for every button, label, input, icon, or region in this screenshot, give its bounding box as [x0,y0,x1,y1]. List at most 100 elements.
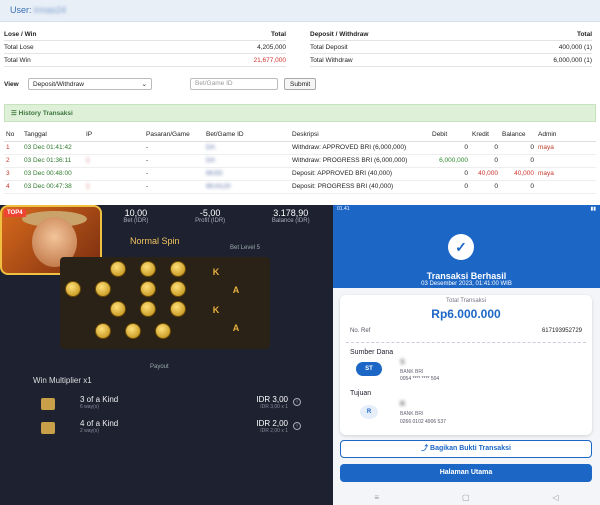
coin-icon [170,261,186,277]
bet-value: 10,00 [124,208,148,218]
slot-reels: K A K A [60,257,270,349]
cell-date: 03 Dec 01:36:11 [22,154,84,168]
bank-receipt-panel: 01.41 ▮▮ ✓ Transaksi Berhasil 03 Desember… [333,205,600,505]
ref-label: No. Ref [350,328,371,334]
cell-ip [84,167,144,181]
col-admin: Admin [536,129,596,142]
coin-icon [140,281,156,297]
cell-balance: 0 [500,180,536,194]
share-label: Bagikan Bukti Transaksi [430,445,511,452]
cell-admin: maya [536,167,596,181]
pay-calc: IDR 3,00 x 1 [260,404,288,410]
user-label: User: [10,5,35,15]
cell-admin [536,154,596,168]
cell-game: - [144,167,204,181]
pay-row: 4 of a Kind 2 way(s) IDR 2,00 IDR 2,00 x… [33,419,303,437]
source-bank: BANK BRI [400,369,424,375]
home-icon[interactable]: ▢ [462,493,470,502]
pay-idr: IDR 2,00 [256,419,288,428]
col-no: No [4,129,22,142]
submit-button[interactable]: Submit [284,78,317,90]
dest-label: Tujuan [350,390,372,397]
pay-idr: IDR 3,00 [256,395,288,404]
cell-admin [536,180,596,194]
cell-game: - [144,141,204,155]
view-select[interactable]: Deposit/Withdraw ⌄ [28,78,152,90]
back-icon[interactable]: ◁ [552,493,558,502]
cell-date: 03 Dec 00:48:00 [22,167,84,181]
top4-badge: TOP4 [4,209,26,217]
filter-bar: View Deposit/Withdraw ⌄ Bet/Game ID Submi… [4,76,596,92]
share-button[interactable]: ⤴ Bagikan Bukti Transaksi [340,440,592,458]
home-button[interactable]: Halaman Utama [340,464,592,482]
cell-balance: 0 [500,154,536,168]
deposit-summary: Deposit / Withdraw Total Total Deposit 400… [310,28,592,67]
coin-icon [125,323,141,339]
lose-win-summary: Lose / Win Total Total Lose 4,205,000 Tota… [4,28,286,67]
signal-icon: ▮▮ [590,206,596,212]
col-desc: Deskripsi [290,129,430,142]
pay-row: 3 of a Kind 6 way(s) IDR 3,00 IDR 3,00 x… [33,395,303,413]
bet-level: Bet Level 5 [230,245,261,251]
cell-balance: 40,000 [500,167,536,181]
game-stats: 10,00 Bet (IDR) -5,00 Profit (IDR) 3.178,9… [100,208,333,224]
status-bar: 01.41 ▮▮ [333,205,600,213]
view-label: View [4,80,19,88]
col-balance: Balance [500,129,536,142]
coin-icon [110,261,126,277]
cell-ip [84,141,144,155]
card-symbol-icon: K [212,305,220,315]
bet-id-input[interactable]: Bet/Game ID [190,78,278,90]
coin-icon [140,301,156,317]
cell-ip: 1 [84,180,144,194]
info-icon[interactable]: i [293,398,301,406]
col-ip: IP [84,129,144,142]
cell-kredit: 0 [470,141,500,155]
col-debit: Debit [430,129,470,142]
history-title: History Transaksi [18,110,73,117]
cell-kredit: 0 [470,154,500,168]
table-row: 2 03 Dec 01:36:11 1 - DA Withdraw: PROGR… [4,154,596,168]
android-nav-bar: ≡ ▢ ◁ [333,489,600,505]
coin-icon [140,261,156,277]
cell-gid: MUDI [204,167,290,181]
total-withdraw-label: Total Withdraw [310,57,353,64]
cell-debit: 0 [430,141,470,155]
history-header: ☰ History Transaksi [4,104,596,122]
menu-icon[interactable]: ≡ [374,493,379,502]
ref-value: 617193952729 [541,328,582,334]
cell-gid: DA [204,141,290,155]
dest-name: R [400,401,406,408]
profit-value: -5,00 [199,208,221,218]
table-row: 4 03 Dec 00:47:38 1 - MUALDI Deposit: PR… [4,180,596,194]
cell-kredit: 0 [470,180,500,194]
receipt-header: ✓ Transaksi Berhasil 03 Desember 2023, 0… [333,213,600,288]
card-symbol-icon: A [232,323,240,333]
username: irmas24 [34,5,67,15]
cell-no: 4 [4,180,22,194]
total-deposit-label: Total Deposit [310,44,348,51]
history-table: No Tanggal IP Pasaran/Game Bet/Game ID D… [4,129,596,194]
cell-desc: Withdraw: APPROVED BRI (6,000,000) [290,141,430,155]
card-symbol-icon: A [232,285,240,295]
cell-game: - [144,180,204,194]
source-avatar: ST [356,362,382,376]
table-header-row: No Tanggal IP Pasaran/Game Bet/Game ID D… [4,129,596,142]
coin-icon [155,323,171,339]
cell-desc: Deposit: APPROVED BRI (40,000) [290,167,430,181]
cell-no: 1 [4,141,22,155]
cell-desc: Withdraw: PROGRESS BRI (6,000,000) [290,154,430,168]
dest-account: 0266 0102 4906 537 [400,419,446,425]
pay-kind: 4 of a Kind [80,419,119,428]
cell-desc: Deposit: PROGRESS BRI (40,000) [290,180,430,194]
cell-kredit: 40,000 [470,167,500,181]
cell-no: 3 [4,167,22,181]
info-icon[interactable]: i [293,422,301,430]
check-icon: ✓ [448,234,474,260]
total-withdraw-value: 6,000,000 (1) [553,57,592,64]
list-icon: ☰ [11,110,19,117]
divider [346,342,586,343]
dest-avatar: R [360,405,378,419]
bet-label: Bet (IDR) [123,218,149,224]
share-icon: ⤴ [421,445,431,452]
